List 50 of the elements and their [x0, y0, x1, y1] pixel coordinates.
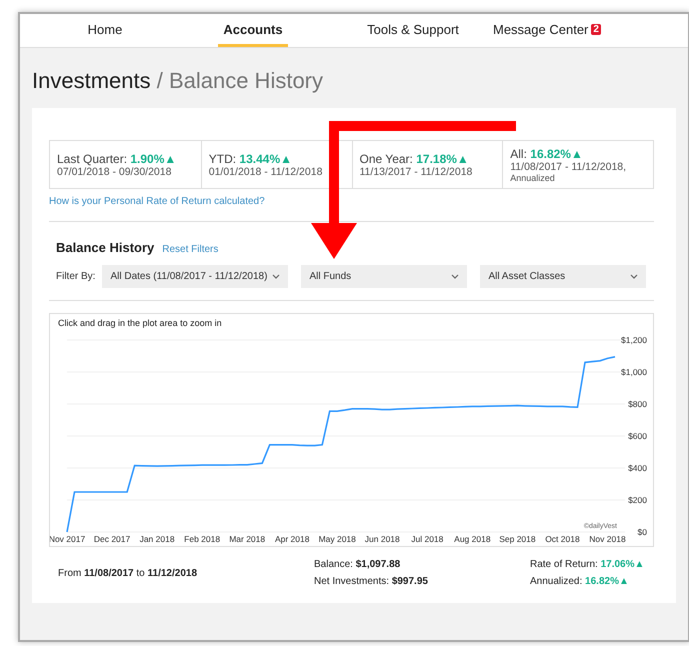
section-heading: Balance History: [56, 240, 154, 255]
nav-tab[interactable]: Tools & Support: [358, 14, 468, 47]
return-label: All: 16.82%▲: [510, 146, 584, 160]
x-axis-label: Sep 2018: [499, 534, 536, 544]
y-axis-label: $400: [628, 463, 647, 473]
return-label: YTD: 13.44%▲: [208, 152, 293, 166]
chart-hint: Click and drag in the plot area to zoom in: [58, 318, 222, 328]
help-link[interactable]: How is your Personal Rate of Return calculated?: [49, 196, 265, 207]
x-axis-label: Mar 2018: [229, 534, 266, 544]
x-axis-label: Dec 2017: [94, 534, 130, 544]
annualized-text: Annualized: 16.82%▲: [530, 576, 630, 587]
period-text: From 11/08/2017 to 11/12/2018: [58, 568, 198, 578]
chevron-icon: [451, 274, 460, 279]
x-axis-label: Jul 2018: [411, 534, 444, 544]
y-axis-label: $1,000: [621, 367, 647, 377]
nav-tab[interactable]: Accounts: [218, 14, 288, 47]
x-axis-label: May 2018: [318, 534, 356, 544]
y-axis-label: $1,200: [621, 335, 647, 345]
x-axis-label: Jan 2018: [140, 534, 175, 544]
nav-tab[interactable]: Home: [75, 14, 135, 47]
message-count-badge: 2: [591, 24, 601, 34]
balance-text: Balance: $1,097.88: [314, 559, 402, 570]
return-dates: 01/01/2018 - 11/12/2018: [208, 166, 324, 178]
x-axis-label: Oct 2018: [545, 534, 580, 544]
page-title: Investments / Balance History: [32, 68, 324, 94]
return-label: One Year: 17.18%▲: [360, 152, 470, 166]
x-axis-label: Aug 2018: [454, 534, 491, 544]
y-axis-label: $200: [628, 495, 647, 505]
filter-dropdown[interactable]: All Asset Classes: [480, 265, 646, 288]
x-axis-label: Jun 2018: [364, 534, 400, 544]
x-axis-label: Nov 2018: [589, 534, 626, 544]
reset-filters-link[interactable]: Reset Filters: [162, 244, 218, 255]
nav-tab[interactable]: Message Center 2: [493, 14, 601, 47]
chevron-icon: [630, 274, 638, 279]
filter-dropdown[interactable]: All Dates (11/08/2017 - 11/12/2018): [102, 265, 288, 288]
y-axis-label: $600: [628, 431, 647, 441]
return-label: Last Quarter: 1.90%▲: [57, 152, 178, 166]
return-note: Annualized: [510, 172, 556, 182]
filter-label: Filter By:: [56, 271, 96, 282]
return-dates: 11/08/2017 - 11/12/2018,: [510, 160, 628, 172]
x-axis-label: Apr 2018: [274, 534, 310, 544]
filter-dropdown[interactable]: All Funds: [301, 265, 468, 288]
chevron-icon: [272, 274, 280, 279]
y-axis-label: $0: [638, 527, 647, 537]
return-dates: 07/01/2018 - 09/30/2018: [57, 166, 172, 178]
x-axis-label: Feb 2018: [184, 534, 220, 544]
return-dates: 11/13/2017 - 11/12/2018: [360, 166, 474, 178]
net-investments-text: Net Investments: $997.95: [314, 576, 429, 587]
y-axis-label: $800: [628, 399, 647, 409]
rate-of-return-text: Rate of Return: 17.06%▲: [530, 559, 646, 570]
